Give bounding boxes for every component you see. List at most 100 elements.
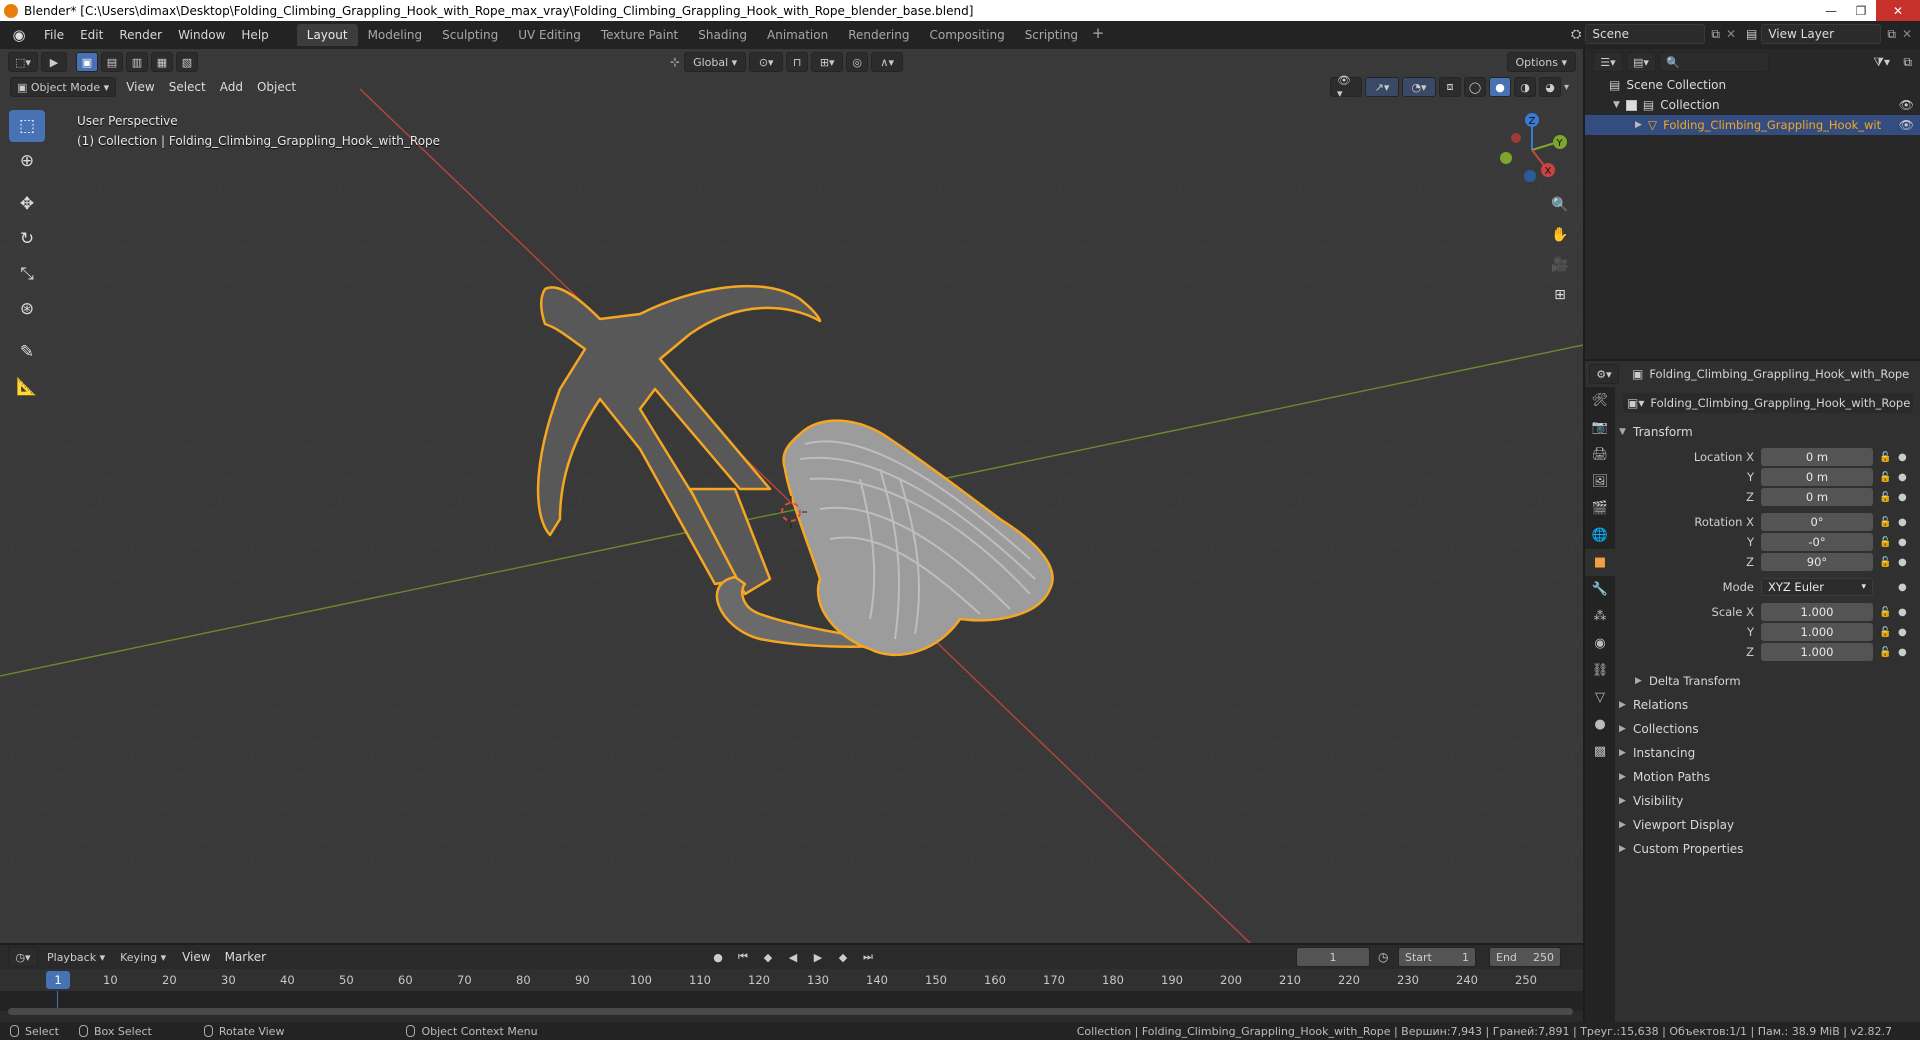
ortho-toggle-icon[interactable]: ⊞ <box>1546 281 1574 309</box>
expand-collection-icon[interactable]: ▼ <box>1613 100 1620 110</box>
custom-properties-panel-header[interactable]: ▶ Custom Properties <box>1619 838 1916 860</box>
view-layer-selector[interactable]: View Layer <box>1761 24 1882 44</box>
menu-help[interactable]: Help <box>233 24 276 46</box>
visibility-icon[interactable]: 👁▾ <box>1330 74 1362 100</box>
next-keyframe-icon[interactable]: ◆ <box>833 947 853 967</box>
rotation-x-lock-icon[interactable]: 🔓 <box>1879 517 1891 528</box>
location-x-keyframe-icon[interactable]: ● <box>1898 452 1907 463</box>
viewport-menu-add[interactable]: Add <box>213 80 250 94</box>
remove-view-layer-icon[interactable]: ✕ <box>1902 27 1912 41</box>
relations-panel-header[interactable]: ▶ Relations <box>1619 694 1916 716</box>
scale-x-keyframe-icon[interactable]: ● <box>1898 607 1907 618</box>
move-tool-icon[interactable]: ✥ <box>9 188 45 220</box>
rotation-z-keyframe-icon[interactable]: ● <box>1898 557 1907 568</box>
scene-selector[interactable]: Scene <box>1585 24 1706 44</box>
rotate-tool-icon[interactable]: ↻ <box>9 223 45 255</box>
timeline-view-menu[interactable]: View <box>175 950 217 964</box>
box-select-mode-icon[interactable]: ▣ <box>76 52 98 72</box>
scale-y-field[interactable]: 1.000 <box>1761 623 1873 641</box>
snap-target-icon[interactable]: ⊞▾ <box>811 52 844 72</box>
rotation-z-lock-icon[interactable]: 🔓 <box>1879 557 1891 568</box>
collection-checkbox[interactable] <box>1625 99 1637 111</box>
pan-hand-icon[interactable]: ✋ <box>1546 221 1574 249</box>
jump-start-icon[interactable]: ⏮ <box>733 947 753 967</box>
delta-transform-header[interactable]: ▶ Delta Transform <box>1635 670 1920 692</box>
scene-icon[interactable]: ⛭ <box>1571 27 1581 42</box>
particles-tab-icon[interactable]: ⁂ <box>1585 603 1615 630</box>
location-y-field[interactable]: 0 m <box>1761 468 1873 486</box>
remove-scene-icon[interactable]: ✕ <box>1726 27 1736 41</box>
end-frame-field[interactable]: End 250 <box>1489 947 1561 967</box>
playback-menu[interactable]: Playback ▾ <box>41 947 111 967</box>
zoom-icon[interactable]: 🔍 <box>1546 191 1574 219</box>
location-z-field[interactable]: 0 m <box>1761 488 1873 506</box>
render-tab-icon[interactable]: 📷 <box>1585 414 1615 441</box>
measure-tool-icon[interactable]: 📐 <box>9 371 45 403</box>
location-y-keyframe-icon[interactable]: ● <box>1898 472 1907 483</box>
scale-z-lock-icon[interactable]: 🔓 <box>1879 647 1891 658</box>
play-icon[interactable]: ▶ <box>808 947 828 967</box>
expand-object-icon[interactable]: ▶ <box>1635 120 1642 130</box>
solid-shading-icon[interactable]: ● <box>1489 77 1511 97</box>
prev-keyframe-icon[interactable]: ◆ <box>758 947 778 967</box>
scale-z-field[interactable]: 1.000 <box>1761 643 1873 661</box>
wireframe-shading-icon[interactable]: ◯ <box>1464 77 1486 97</box>
timeline-ruler[interactable]: 1 10 20 30 40 50 60 70 80 90 100 110 120… <box>0 969 1583 991</box>
camera-view-icon[interactable]: 🎥 <box>1546 251 1574 279</box>
transform-orientation-dropdown[interactable]: Global ▾ <box>684 52 747 72</box>
timeline-marker-menu[interactable]: Marker <box>218 950 273 964</box>
tab-sculpting[interactable]: Sculpting <box>432 24 508 46</box>
tool-tab-icon[interactable]: 🛠 <box>1585 387 1615 414</box>
tab-layout[interactable]: Layout <box>296 24 358 46</box>
options-dropdown[interactable]: Options ▾ <box>1506 52 1576 72</box>
cursor-tool-icon[interactable]: ⊕ <box>9 145 45 177</box>
playhead[interactable]: 1 <box>46 971 70 989</box>
select-box-tool-icon[interactable]: ⬚ <box>9 110 45 142</box>
new-scene-icon[interactable]: ⧉ <box>1711 27 1720 42</box>
scale-tool-icon[interactable]: ⤡ <box>9 258 45 290</box>
location-y-lock-icon[interactable]: 🔓 <box>1879 472 1891 483</box>
scale-x-field[interactable]: 1.000 <box>1761 603 1873 621</box>
close-button[interactable]: ✕ <box>1876 0 1920 21</box>
rotation-y-lock-icon[interactable]: 🔓 <box>1879 537 1891 548</box>
blender-menu-icon[interactable]: ◉ <box>8 24 30 46</box>
tab-compositing[interactable]: Compositing <box>919 24 1014 46</box>
current-frame-field[interactable]: 1 <box>1296 947 1370 967</box>
pivot-point-icon[interactable]: ⊙▾ <box>749 52 784 72</box>
location-x-lock-icon[interactable]: 🔓 <box>1879 452 1891 463</box>
tab-rendering[interactable]: Rendering <box>838 24 919 46</box>
viewport-display-panel-header[interactable]: ▶ Viewport Display <box>1619 814 1916 836</box>
jump-end-icon[interactable]: ⏭ <box>858 947 878 967</box>
rotation-x-field[interactable]: 0° <box>1761 513 1873 531</box>
invert-select-icon[interactable]: ▦ <box>151 52 173 72</box>
add-workspace-icon[interactable]: + <box>1088 24 1108 46</box>
rotation-z-field[interactable]: 90° <box>1761 553 1873 571</box>
scale-y-lock-icon[interactable]: 🔓 <box>1879 627 1891 638</box>
object-name-field[interactable]: ▣▾ Folding_Climbing_Grappling_Hook_with_… <box>1623 393 1913 413</box>
record-button-icon[interactable]: ● <box>708 947 728 967</box>
tab-modeling[interactable]: Modeling <box>358 24 433 46</box>
object-tab-icon[interactable]: ■ <box>1585 549 1615 576</box>
physics-tab-icon[interactable]: ◉ <box>1585 630 1615 657</box>
rotation-mode-keyframe-icon[interactable]: ● <box>1898 582 1907 593</box>
extend-select-icon[interactable]: ▤ <box>101 52 123 72</box>
object-visibility-icon[interactable]: 👁 <box>1899 118 1914 132</box>
view-layer-tab-icon[interactable]: 🖼 <box>1585 468 1615 495</box>
transform-panel-header[interactable]: ▼ Transform <box>1619 421 1916 443</box>
outliner-search-input[interactable]: 🔍 <box>1659 52 1769 72</box>
menu-file[interactable]: File <box>36 24 72 46</box>
editor-type-icon[interactable]: ⬚▾ <box>8 52 38 72</box>
viewport-menu-select[interactable]: Select <box>162 80 213 94</box>
visibility-panel-header[interactable]: ▶ Visibility <box>1619 790 1916 812</box>
object-row[interactable]: ▶ ▽ Folding_Climbing_Grappling_Hook_with… <box>1585 115 1920 135</box>
tab-uv-editing[interactable]: UV Editing <box>508 24 591 46</box>
scale-z-keyframe-icon[interactable]: ● <box>1898 647 1907 658</box>
start-frame-field[interactable]: Start 1 <box>1398 947 1476 967</box>
location-x-field[interactable]: 0 m <box>1761 448 1873 466</box>
tab-scripting[interactable]: Scripting <box>1015 24 1088 46</box>
modifier-tab-icon[interactable]: 🔧 <box>1585 576 1615 603</box>
viewport-menu-object[interactable]: Object <box>250 80 303 94</box>
rotation-x-keyframe-icon[interactable]: ● <box>1898 517 1907 528</box>
snap-toggle-icon[interactable]: ⊓ <box>786 52 809 72</box>
filter-icon[interactable]: ⧩▾ <box>1873 55 1890 70</box>
